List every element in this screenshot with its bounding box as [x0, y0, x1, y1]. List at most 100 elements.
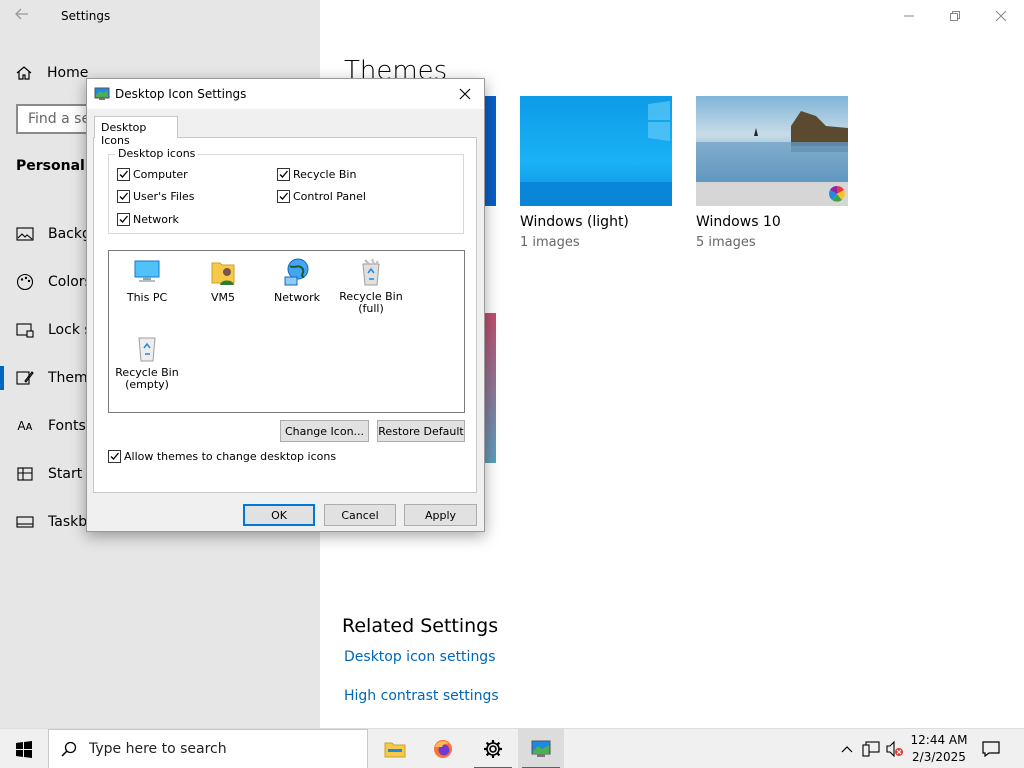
lock-screen-icon	[16, 321, 34, 339]
checkmark-icon	[117, 190, 130, 203]
file-explorer-taskbar-button[interactable]	[372, 729, 418, 768]
volume-tray-button[interactable]	[884, 729, 906, 768]
checkmark-icon	[117, 213, 130, 226]
checkbox-control-panel[interactable]: Control Panel	[277, 190, 366, 203]
taskbar: Type here to search 12:44 AM 2/3/2025	[0, 728, 1024, 768]
recycle-bin-empty-icon	[138, 337, 156, 362]
settings-taskbar-button[interactable]	[470, 729, 516, 768]
dialog-title: Desktop Icon Settings	[115, 87, 247, 101]
minimize-button[interactable]	[886, 0, 932, 32]
recycle-bin-full-icon	[362, 258, 380, 286]
firefox-icon	[434, 740, 452, 758]
high-contrast-settings-link[interactable]: High contrast settings	[344, 688, 499, 704]
network-globe-icon	[284, 258, 309, 286]
checkbox-computer[interactable]: Computer	[117, 168, 188, 181]
theme-thumbnail	[696, 96, 848, 206]
theme-card-windows-light[interactable]: Windows (light) 1 images	[520, 96, 672, 250]
checkbox-users-files[interactable]: User's Files	[117, 190, 194, 203]
icon-tile-user-files[interactable]: VM5	[185, 257, 261, 304]
firefox-taskbar-button[interactable]	[420, 729, 466, 768]
checkbox-label: Computer	[133, 168, 188, 181]
gear-icon	[484, 740, 502, 758]
start-button[interactable]	[0, 729, 48, 768]
dialog-titlebar[interactable]: Desktop Icon Settings	[87, 79, 484, 109]
taskbar-clock[interactable]: 12:44 AM 2/3/2025	[906, 732, 972, 766]
taskbar-icon	[16, 513, 34, 531]
search-icon	[61, 741, 77, 757]
checkbox-label: Allow themes to change desktop icons	[124, 450, 337, 463]
nav-item-label: Start	[48, 466, 83, 482]
icon-tile-this-pc[interactable]: This PC	[109, 257, 185, 304]
this-pc-icon	[134, 260, 160, 282]
icon-tile-label: Recycle Bin (full)	[339, 290, 403, 315]
action-center-button[interactable]	[976, 729, 1006, 768]
app-title: Settings	[61, 9, 111, 23]
show-hidden-icons-button[interactable]	[838, 729, 856, 768]
back-arrow-icon[interactable]	[14, 6, 34, 26]
checkmark-icon	[117, 168, 130, 181]
tab-desktop-icons[interactable]: Desktop Icons	[94, 116, 178, 147]
desktop-icon-settings-dialog: Desktop Icon Settings Desktop Icons Desk…	[86, 78, 485, 532]
theme-image-count: 5 images	[696, 235, 756, 250]
picture-icon	[16, 225, 34, 243]
clock-time: 12:44 AM	[910, 733, 968, 747]
themes-icon	[16, 369, 34, 387]
checkmark-icon	[277, 190, 290, 203]
icon-tile-label: Recycle Bin (empty)	[115, 366, 179, 391]
taskbar-search-placeholder: Type here to search	[89, 741, 227, 757]
network-monitor-icon	[862, 741, 880, 757]
home-icon	[15, 64, 33, 82]
desktop-icon-list: This PC VM5 Network Recycle Bin (full) R…	[108, 250, 465, 413]
network-tray-button[interactable]	[860, 729, 882, 768]
icon-tile-recycle-bin-full[interactable]: Recycle Bin (full)	[333, 257, 409, 315]
icon-tile-label: Network	[274, 291, 320, 304]
tab-panel: Desktop icons Computer Recycle Bin User'…	[93, 137, 477, 493]
taskbar-search-box[interactable]: Type here to search	[48, 729, 368, 768]
windows-logo-icon	[16, 741, 32, 758]
ok-button[interactable]: OK	[243, 504, 315, 526]
volume-muted-icon	[886, 741, 903, 757]
desktop-icon-settings-taskbar-button[interactable]	[518, 729, 564, 768]
checkmark-icon	[108, 450, 121, 463]
start-icon	[16, 465, 34, 483]
chevron-up-icon	[841, 746, 853, 753]
checkbox-allow-themes[interactable]: Allow themes to change desktop icons	[108, 450, 336, 463]
desktop-monitor-icon	[531, 740, 551, 757]
dialog-close-button[interactable]	[454, 83, 476, 105]
change-icon-button[interactable]: Change Icon...	[280, 420, 369, 442]
cancel-button[interactable]: Cancel	[324, 504, 396, 526]
nav-home-label: Home	[47, 65, 89, 81]
related-settings-title: Related Settings	[342, 615, 499, 637]
user-folder-icon	[211, 262, 235, 285]
theme-card-windows-10[interactable]: Windows 10 5 images	[696, 96, 848, 250]
icon-tile-label: VM5	[210, 291, 235, 304]
close-button[interactable]	[978, 0, 1024, 32]
restore-button[interactable]	[932, 0, 978, 32]
checkbox-label: Network	[133, 213, 179, 226]
nav-item-label: Fonts	[48, 418, 86, 434]
checkmark-icon	[277, 168, 290, 181]
desktop-icons-group: Desktop icons Computer Recycle Bin User'…	[108, 147, 464, 234]
window-controls	[886, 0, 1024, 32]
theme-image-count: 1 images	[520, 235, 580, 250]
notification-icon	[982, 741, 1000, 757]
apply-button[interactable]: Apply	[404, 504, 477, 526]
checkbox-recycle-bin[interactable]: Recycle Bin	[277, 168, 356, 181]
icon-tile-recycle-bin-empty[interactable]: Recycle Bin (empty)	[109, 333, 185, 391]
checkbox-label: User's Files	[133, 190, 195, 203]
checkbox-label: Control Panel	[293, 190, 366, 203]
icon-tile-label: This PC	[126, 291, 168, 304]
icon-tile-network[interactable]: Network	[259, 257, 335, 304]
theme-name: Windows (light)	[520, 214, 629, 230]
restore-default-button[interactable]: Restore Default	[377, 420, 465, 442]
checkbox-network[interactable]: Network	[117, 213, 179, 226]
checkbox-label: Recycle Bin	[293, 168, 357, 181]
palette-icon	[16, 273, 34, 291]
file-explorer-icon	[384, 742, 406, 758]
clock-date: 2/3/2025	[912, 750, 966, 764]
desktop-monitor-icon	[94, 86, 110, 106]
nav-home[interactable]: Home	[15, 64, 88, 82]
desktop-icon-settings-link[interactable]: Desktop icon settings	[344, 649, 496, 665]
group-label: Desktop icons	[115, 147, 199, 160]
fonts-icon: Aᴀ	[17, 419, 33, 433]
